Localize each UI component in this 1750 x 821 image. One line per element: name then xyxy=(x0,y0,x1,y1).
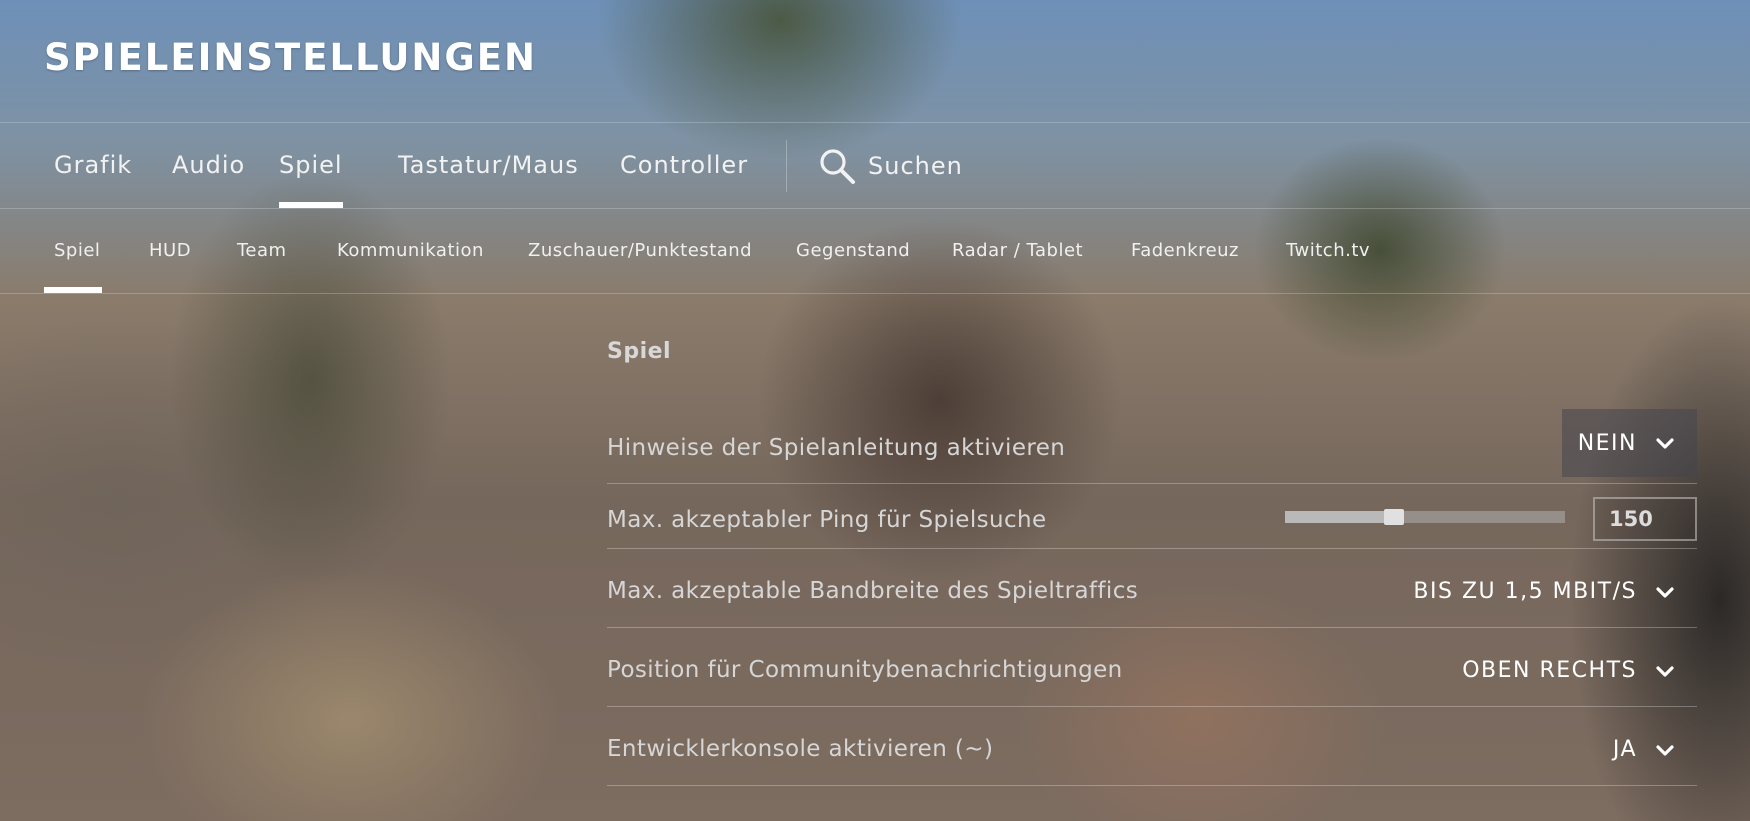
search-icon xyxy=(818,147,856,185)
tutorial-hints-dropdown[interactable]: NEIN xyxy=(1561,409,1697,477)
notification-position-dropdown[interactable]: OBEN RECHTS xyxy=(1462,658,1697,683)
chevron-down-icon xyxy=(1655,743,1675,757)
main-tab-bar: Grafik Audio Spiel Tastatur/Maus Control… xyxy=(0,123,1750,209)
slider-fill xyxy=(1285,511,1395,523)
sub-tab-bar: Spiel HUD Team Kommunikation Zuschauer/P… xyxy=(0,209,1750,294)
setting-label: Max. akzeptabler Ping für Spielsuche xyxy=(607,507,1047,533)
setting-row-max-ping: Max. akzeptabler Ping für Spielsuche xyxy=(607,484,1697,549)
dropdown-value: BIS ZU 1,5 MBIT/S xyxy=(1413,579,1637,604)
developer-console-dropdown[interactable]: JA xyxy=(1613,737,1697,762)
setting-row-tutorial-hints: Hinweise der Spielanleitung aktivieren N… xyxy=(607,409,1697,484)
subtab-hud[interactable]: HUD xyxy=(149,209,191,293)
settings-screen: SPIELEINSTELLUNGEN Grafik Audio Spiel Ta… xyxy=(0,0,1750,821)
setting-label: Hinweise der Spielanleitung aktivieren xyxy=(607,435,1066,461)
chevron-down-icon xyxy=(1655,585,1675,599)
subtab-radar-tablet[interactable]: Radar / Tablet xyxy=(952,209,1083,293)
subtab-gegenstand[interactable]: Gegenstand xyxy=(796,209,910,293)
settings-list: Hinweise der Spielanleitung aktivieren N… xyxy=(607,409,1697,786)
subtab-spiel[interactable]: Spiel xyxy=(43,209,103,293)
tab-audio[interactable]: Audio xyxy=(172,123,245,208)
setting-label: Position für Communitybenachrichtigungen xyxy=(607,657,1123,683)
tab-divider xyxy=(786,140,787,192)
slider-handle[interactable] xyxy=(1384,509,1405,525)
chevron-down-icon xyxy=(1655,664,1675,678)
search-label: Suchen xyxy=(868,151,963,180)
max-ping-input[interactable] xyxy=(1593,497,1697,541)
subtab-kommunikation[interactable]: Kommunikation xyxy=(337,209,484,293)
setting-label: Max. akzeptable Bandbreite des Spieltraf… xyxy=(607,578,1139,604)
subtab-team[interactable]: Team xyxy=(237,209,287,293)
dropdown-value: NEIN xyxy=(1577,430,1637,456)
title-bar: SPIELEINSTELLUNGEN xyxy=(0,0,1750,123)
bandwidth-dropdown[interactable]: BIS ZU 1,5 MBIT/S xyxy=(1413,579,1697,604)
tab-tastatur-maus[interactable]: Tastatur/Maus xyxy=(398,123,579,208)
search-button[interactable]: Suchen xyxy=(818,123,963,208)
dropdown-value: OBEN RECHTS xyxy=(1462,658,1637,683)
dropdown-value: JA xyxy=(1612,737,1637,762)
setting-row-developer-console: Entwicklerkonsole aktivieren (~) JA xyxy=(607,707,1697,786)
subtab-zuschauer-punktestand[interactable]: Zuschauer/Punktestand xyxy=(528,209,752,293)
setting-row-notification-position: Position für Communitybenachrichtigungen… xyxy=(607,628,1697,707)
tab-grafik[interactable]: Grafik xyxy=(54,123,132,208)
chevron-down-icon xyxy=(1655,436,1675,450)
tab-spiel[interactable]: Spiel xyxy=(279,123,343,208)
section-heading: Spiel xyxy=(607,339,672,364)
tab-controller[interactable]: Controller xyxy=(620,123,748,208)
subtab-twitch-tv[interactable]: Twitch.tv xyxy=(1286,209,1370,293)
setting-row-bandwidth: Max. akzeptable Bandbreite des Spieltraf… xyxy=(607,549,1697,628)
setting-label: Entwicklerkonsole aktivieren (~) xyxy=(607,736,994,762)
max-ping-slider[interactable] xyxy=(1285,509,1565,525)
page-title: SPIELEINSTELLUNGEN xyxy=(44,36,538,79)
subtab-fadenkreuz[interactable]: Fadenkreuz xyxy=(1131,209,1239,293)
